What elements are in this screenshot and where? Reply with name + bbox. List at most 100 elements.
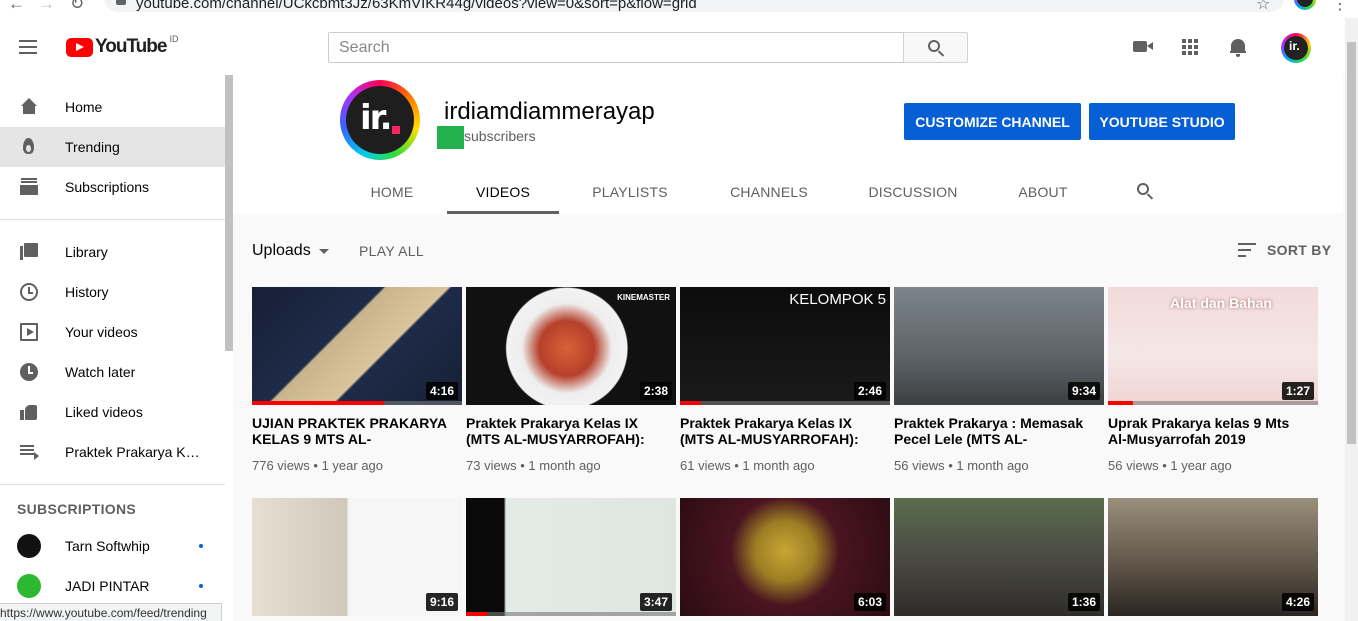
video-card[interactable]: KINEMASTER 2:38 Praktek Prakarya Kelas IX … bbox=[466, 287, 676, 482]
video-thumbnail[interactable]: KELOMPOK 5 2:46 bbox=[680, 287, 890, 405]
video-thumbnail[interactable]: 1:36 bbox=[894, 498, 1104, 616]
thumbnail-overlay-text: KINEMASTER bbox=[617, 293, 670, 302]
video-thumbnail[interactable]: 6:03 bbox=[680, 498, 890, 616]
app-root: ← → ↻ youtube.com/channel/UCkcbmt3Jz/63K… bbox=[0, 0, 1358, 621]
subscription-channel-name: JADI PINTAR bbox=[65, 578, 150, 594]
video-thumbnail[interactable]: 9:34 bbox=[894, 287, 1104, 405]
page-scrollbar[interactable] bbox=[1345, 18, 1358, 621]
video-thumbnail[interactable]: KINEMASTER 2:38 bbox=[466, 287, 676, 405]
new-content-dot-icon bbox=[199, 584, 203, 588]
sidebar-item-trending[interactable]: Trending bbox=[0, 127, 225, 167]
video-thumbnail[interactable]: Alat dan Bahan 1:27 bbox=[1108, 287, 1318, 405]
channel-search-icon[interactable] bbox=[1137, 183, 1153, 199]
sort-icon[interactable] bbox=[1238, 243, 1256, 257]
subscription-channel-item[interactable]: Tarn Softwhip bbox=[0, 526, 225, 566]
sidebar-item-subscriptions[interactable]: Subscriptions bbox=[0, 167, 225, 207]
tab-about[interactable]: ABOUT bbox=[1009, 171, 1077, 213]
video-title[interactable]: Praktek Prakarya Kelas IX (MTS AL-MUSYAR… bbox=[466, 415, 661, 447]
tab-playlists[interactable]: PLAYLISTS bbox=[583, 171, 677, 213]
video-thumbnail[interactable]: 9:16 bbox=[252, 498, 462, 616]
watch-progress-bar bbox=[680, 401, 701, 405]
channel-avatar-letters: ir. bbox=[360, 98, 392, 138]
sidebar-item-label: Trending bbox=[65, 139, 120, 155]
sidebar-scrollbar[interactable] bbox=[225, 75, 233, 351]
video-card[interactable]: 6:03 bbox=[680, 498, 890, 616]
video-title[interactable]: Praktek Prakarya Kelas IX (MTS AL-MUSYAR… bbox=[680, 415, 875, 447]
sidebar-item-playlist[interactable]: Praktek Prakarya Kelas IX (MTS AL-MUSYAR… bbox=[0, 432, 225, 472]
video-thumbnail[interactable]: 4:26 bbox=[1108, 498, 1318, 616]
browser-toolbar: ← → ↻ youtube.com/channel/UCkcbmt3Jz/63K… bbox=[0, 0, 1358, 18]
video-card[interactable]: 3:47 bbox=[466, 498, 676, 616]
video-card[interactable]: 4:16 UJIAN PRAKTEK PRAKARYA KELAS 9 MTS A… bbox=[252, 287, 462, 482]
search-icon bbox=[928, 40, 940, 52]
tab-videos[interactable]: VIDEOS bbox=[447, 171, 559, 213]
apps-grid-icon[interactable] bbox=[1182, 39, 1198, 55]
video-card[interactable]: 1:36 bbox=[894, 498, 1104, 616]
video-card[interactable]: Alat dan Bahan 1:27 Uprak Prakarya kelas 9… bbox=[1108, 287, 1318, 482]
sidebar-item-label: Your videos bbox=[65, 324, 138, 340]
create-video-icon[interactable] bbox=[1133, 41, 1153, 52]
hamburger-menu-icon[interactable] bbox=[19, 40, 37, 54]
customize-channel-button[interactable]: CUSTOMIZE CHANNEL bbox=[904, 103, 1081, 140]
video-thumbnail[interactable]: 3:47 bbox=[466, 498, 676, 616]
page-scrollbar-thumb[interactable] bbox=[1347, 42, 1356, 444]
video-card[interactable]: 9:16 bbox=[252, 498, 462, 616]
caret-down-icon bbox=[318, 248, 329, 254]
video-duration: 3:47 bbox=[639, 593, 672, 611]
watch-progress-track bbox=[1108, 401, 1318, 405]
reload-icon[interactable]: ↻ bbox=[70, 0, 84, 14]
video-card[interactable]: 4:26 bbox=[1108, 498, 1318, 616]
channel-avatar bbox=[17, 574, 41, 598]
youtube-logo[interactable]: YouTube ID bbox=[66, 34, 179, 59]
video-title[interactable]: UJIAN PRAKTEK PRAKARYA KELAS 9 MTS AL-MU… bbox=[252, 415, 447, 447]
guide-sidebar: Home Trending Subscriptions Library Hist… bbox=[0, 75, 233, 621]
sidebar-item-watch-later[interactable]: Watch later bbox=[0, 352, 225, 392]
video-card[interactable]: KELOMPOK 5 2:46 Praktek Prakarya Kelas IX … bbox=[680, 287, 890, 482]
play-all-button[interactable]: PLAY ALL bbox=[359, 243, 424, 259]
youtube-play-logo-icon bbox=[66, 37, 93, 57]
video-card[interactable]: 9:34 Praktek Prakarya : Memasak Pecel Lel… bbox=[894, 287, 1104, 482]
video-metadata: 73 views • 1 month ago bbox=[466, 458, 601, 473]
browser-menu-icon[interactable]: ⋮ bbox=[1332, 0, 1348, 14]
video-duration: 9:34 bbox=[1067, 382, 1100, 400]
browser-status-url: https://www.youtube.com/feed/trending bbox=[0, 603, 222, 621]
sort-by-button[interactable]: SORT BY bbox=[1267, 242, 1331, 258]
watch-progress-bar bbox=[1108, 401, 1133, 405]
forward-arrow-icon[interactable]: → bbox=[38, 0, 55, 14]
sidebar-item-history[interactable]: History bbox=[0, 272, 225, 312]
notifications-bell-icon[interactable] bbox=[1230, 37, 1246, 57]
sidebar-item-label: Subscriptions bbox=[65, 179, 150, 195]
sidebar-item-liked-videos[interactable]: Liked videos bbox=[0, 392, 225, 432]
your-videos-icon bbox=[20, 323, 38, 341]
video-title[interactable]: Praktek Prakarya : Memasak Pecel Lele (M… bbox=[894, 415, 1089, 447]
sidebar-item-label: Home bbox=[65, 99, 103, 115]
back-arrow-icon[interactable]: ← bbox=[8, 0, 25, 14]
search-input[interactable] bbox=[328, 32, 904, 63]
sidebar-divider bbox=[0, 219, 225, 220]
watch-progress-bar bbox=[466, 612, 487, 616]
subscription-channel-item[interactable]: JADI PINTAR bbox=[0, 566, 225, 606]
watch-progress-bar bbox=[252, 401, 384, 405]
video-title[interactable]: Uprak Prakarya kelas 9 Mts Al-Musyarrofa… bbox=[1108, 415, 1303, 447]
tab-channels[interactable]: CHANNELS bbox=[723, 171, 815, 213]
video-thumbnail[interactable]: 4:16 bbox=[252, 287, 462, 405]
video-duration: 2:38 bbox=[639, 382, 672, 400]
account-avatar[interactable]: ir. bbox=[1281, 33, 1311, 63]
uploads-dropdown[interactable]: Uploads bbox=[252, 242, 329, 260]
logo-region-code: ID bbox=[169, 34, 179, 44]
search-button[interactable] bbox=[903, 32, 968, 63]
tab-home[interactable]: HOME bbox=[355, 171, 429, 213]
browser-profile-avatar[interactable] bbox=[1294, 0, 1316, 10]
channel-page: ir. irdiamdiammerayap subscribers CUSTOM… bbox=[233, 75, 1345, 621]
sidebar-item-home[interactable]: Home bbox=[0, 87, 225, 127]
fire-icon bbox=[19, 137, 39, 157]
watch-progress-track bbox=[680, 401, 890, 405]
sidebar-item-your-videos[interactable]: Your videos bbox=[0, 312, 225, 352]
sidebar-item-library[interactable]: Library bbox=[0, 232, 225, 272]
youtube-studio-button[interactable]: YOUTUBE STUDIO bbox=[1089, 103, 1235, 140]
bookmark-star-icon[interactable]: ☆ bbox=[1256, 0, 1270, 14]
playlist-icon bbox=[19, 442, 39, 462]
video-duration: 4:16 bbox=[425, 382, 458, 400]
channel-avatar bbox=[17, 534, 41, 558]
tab-discussion[interactable]: DISCUSSION bbox=[863, 171, 963, 213]
